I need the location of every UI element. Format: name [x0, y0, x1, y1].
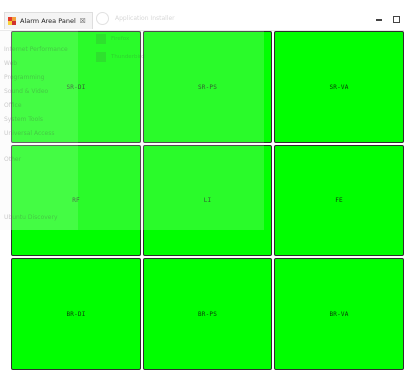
alarm-area-panel-window: Alarm Area Panel ☒ SR-DI SR-PS SR-VA RF …: [0, 0, 404, 370]
alarm-cell-label: SR-PS: [197, 83, 218, 91]
alarm-cell-label: BR-DI: [66, 310, 86, 318]
alarm-cell-label: SR-DI: [66, 83, 86, 91]
alarm-area-panel-icon: [8, 17, 16, 25]
alarm-cell-fe[interactable]: FE: [274, 145, 404, 256]
tab-title: Alarm Area Panel: [20, 17, 76, 25]
alarm-cell-label: FE: [335, 197, 343, 204]
alarm-cell-li[interactable]: LI: [143, 145, 272, 256]
view-tab-bar: Alarm Area Panel ☒: [0, 10, 404, 31]
minimize-icon[interactable]: [376, 19, 382, 21]
alarm-cell-label: SR-VA: [329, 83, 349, 91]
alarm-cell-br-ps[interactable]: BR-PS: [143, 258, 272, 370]
alarm-cell-label: BR-PS: [197, 310, 218, 318]
alarm-cell-sr-ps[interactable]: SR-PS: [143, 31, 272, 143]
alarm-cell-label: BR-VA: [329, 310, 349, 318]
alarm-cell-br-va[interactable]: BR-VA: [274, 258, 404, 370]
alarm-cell-sr-di[interactable]: SR-DI: [11, 31, 141, 143]
alarm-cell-br-di[interactable]: BR-DI: [11, 258, 141, 370]
tab-alarm-area-panel[interactable]: Alarm Area Panel ☒: [4, 12, 93, 29]
alarm-cell-sr-va[interactable]: SR-VA: [274, 31, 404, 143]
alarm-cell-rf[interactable]: RF: [11, 145, 141, 256]
tab-close-icon[interactable]: ☒: [80, 17, 86, 25]
maximize-icon[interactable]: [393, 16, 400, 23]
alarm-area-grid: SR-DI SR-PS SR-VA RF LI FE BR-DI BR-PS B…: [11, 31, 404, 370]
alarm-cell-label: RF: [72, 197, 80, 204]
alarm-cell-label: LI: [203, 197, 212, 204]
